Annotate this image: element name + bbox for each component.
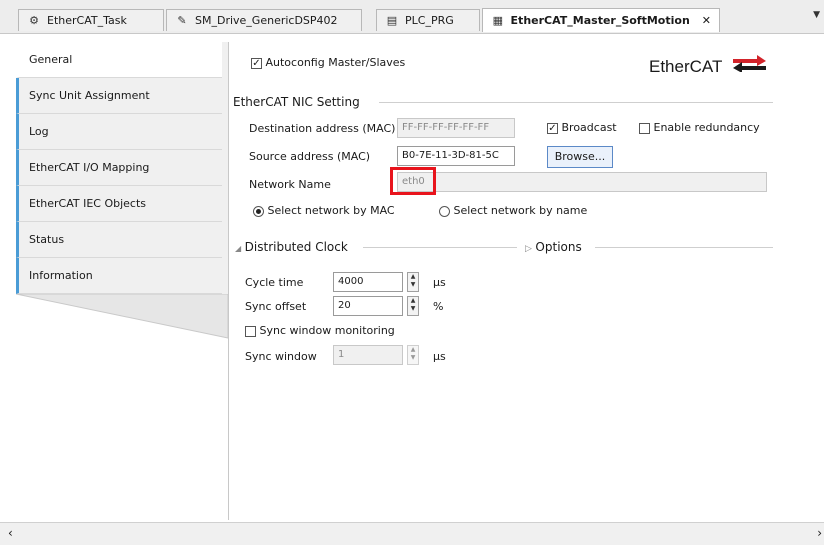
section-divider [363, 247, 517, 248]
options-expander[interactable]: ▷ Options [525, 240, 582, 254]
tab-list-dropdown-icon[interactable]: ▼ [813, 10, 820, 20]
tab-ethercat-task[interactable]: ⚙ EtherCAT_Task [18, 9, 164, 31]
editor-tab-bar: ⚙ EtherCAT_Task ✎ SM_Drive_GenericDSP402… [0, 0, 824, 34]
nav-item-sync-unit[interactable]: Sync Unit Assignment [16, 78, 222, 114]
sync-offset-input[interactable]: 20 [333, 296, 403, 316]
task-icon: ⚙ [29, 13, 39, 27]
tab-label: PLC_PRG [405, 14, 454, 27]
broadcast-label: Broadcast [561, 121, 617, 134]
nav-item-general[interactable]: General [16, 42, 222, 78]
cycle-time-input[interactable]: 4000 [333, 272, 403, 292]
network-name-field[interactable]: eth0 [397, 172, 767, 192]
dc-section-header[interactable]: ◢ Distributed Clock [235, 240, 348, 254]
scroll-right-icon[interactable]: › [817, 526, 822, 540]
sync-offset-spinner[interactable]: ▲ ▼ [407, 296, 419, 316]
nic-section-title: EtherCAT NIC Setting [233, 95, 360, 109]
radio-unselected-icon [439, 205, 450, 217]
cycle-time-label: Cycle time [245, 276, 304, 289]
select-by-mac-label: Select network by MAC [267, 204, 395, 217]
sync-window-monitoring-checkbox[interactable]: Sync window monitoring [245, 324, 395, 337]
sync-window-input[interactable]: 1 [333, 345, 403, 365]
sync-window-spinner[interactable]: ▲ ▼ [407, 345, 419, 365]
sync-window-unit: µs [433, 350, 446, 363]
master-icon: ▦ [492, 13, 503, 27]
tab-label: SM_Drive_GenericDSP402 [195, 14, 338, 27]
radio-selected-icon [253, 205, 264, 217]
select-by-mac-radio[interactable]: Select network by MAC [253, 204, 395, 217]
scroll-left-icon[interactable]: ‹ [8, 526, 13, 540]
nav-item-iec-objects[interactable]: EtherCAT IEC Objects [16, 186, 222, 222]
general-page: ✓ Autoconfig Master/Slaves EtherCAT Ethe… [228, 42, 824, 520]
checkbox-unchecked-icon [245, 325, 256, 337]
sync-offset-unit: % [433, 300, 444, 313]
cycle-time-spinner[interactable]: ▲ ▼ [407, 272, 419, 292]
browse-button[interactable]: Browse... [547, 146, 613, 168]
program-icon: ▤ [386, 13, 398, 27]
dc-section-title: Distributed Clock [244, 240, 348, 254]
select-by-name-radio[interactable]: Select network by name [439, 204, 587, 217]
checkbox-checked-icon: ✓ [251, 57, 262, 69]
ethercat-logo: EtherCAT [649, 52, 779, 78]
tab-ethercat-master[interactable]: ▦ EtherCAT_Master_SoftMotion ✕ [482, 8, 720, 32]
checkbox-unchecked-icon [639, 122, 650, 134]
autoconfig-checkbox[interactable]: ✓ Autoconfig Master/Slaves [251, 56, 405, 69]
spinner-icon: ▲ ▼ [410, 346, 416, 361]
redundancy-checkbox[interactable]: Enable redundancy [639, 121, 760, 134]
highlight-box [390, 167, 436, 195]
checkbox-checked-icon: ✓ [547, 122, 558, 134]
nav-item-io-mapping[interactable]: EtherCAT I/O Mapping [16, 150, 222, 186]
nav-item-status[interactable]: Status [16, 222, 222, 258]
dest-address-label: Destination address (MAC) [249, 122, 396, 135]
sync-window-label: Sync window [245, 350, 317, 363]
network-name-label: Network Name [249, 178, 331, 191]
logo-text: EtherCAT [649, 57, 723, 76]
horizontal-scrollbar[interactable]: ‹ › [0, 522, 824, 545]
section-divider [595, 247, 773, 248]
spinner-icon: ▲ ▼ [410, 297, 416, 312]
nav-item-information[interactable]: Information [16, 258, 222, 294]
nav-item-log[interactable]: Log [16, 114, 222, 150]
close-icon[interactable]: ✕ [702, 14, 711, 27]
select-by-name-label: Select network by name [453, 204, 588, 217]
tab-label: EtherCAT_Master_SoftMotion [510, 14, 690, 27]
sync-offset-label: Sync offset [245, 300, 307, 313]
spinner-icon: ▲ ▼ [410, 273, 416, 288]
sync-window-monitoring-label: Sync window monitoring [259, 324, 395, 337]
expand-triangle-icon: ▷ [525, 244, 532, 254]
tab-sm-drive[interactable]: ✎ SM_Drive_GenericDSP402 [166, 9, 362, 31]
logo-arrows-icon [733, 55, 766, 72]
tab-label: EtherCAT_Task [47, 14, 127, 27]
autoconfig-label: Autoconfig Master/Slaves [265, 56, 406, 69]
nav-fold-shadow [16, 294, 229, 339]
broadcast-checkbox[interactable]: ✓ Broadcast [547, 121, 617, 134]
source-address-field[interactable]: B0-7E-11-3D-81-5C [397, 146, 515, 166]
tab-plc-prg[interactable]: ▤ PLC_PRG [376, 9, 480, 31]
collapse-triangle-icon: ◢ [235, 244, 242, 253]
cycle-time-unit: µs [433, 276, 446, 289]
drive-icon: ✎ [177, 13, 187, 27]
dest-address-field[interactable]: FF-FF-FF-FF-FF-FF [397, 118, 515, 138]
section-divider [379, 102, 773, 103]
source-address-label: Source address (MAC) [249, 150, 371, 163]
config-nav: General Sync Unit Assignment Log EtherCA… [16, 42, 222, 294]
options-label: Options [535, 240, 582, 254]
redundancy-label: Enable redundancy [653, 121, 760, 134]
